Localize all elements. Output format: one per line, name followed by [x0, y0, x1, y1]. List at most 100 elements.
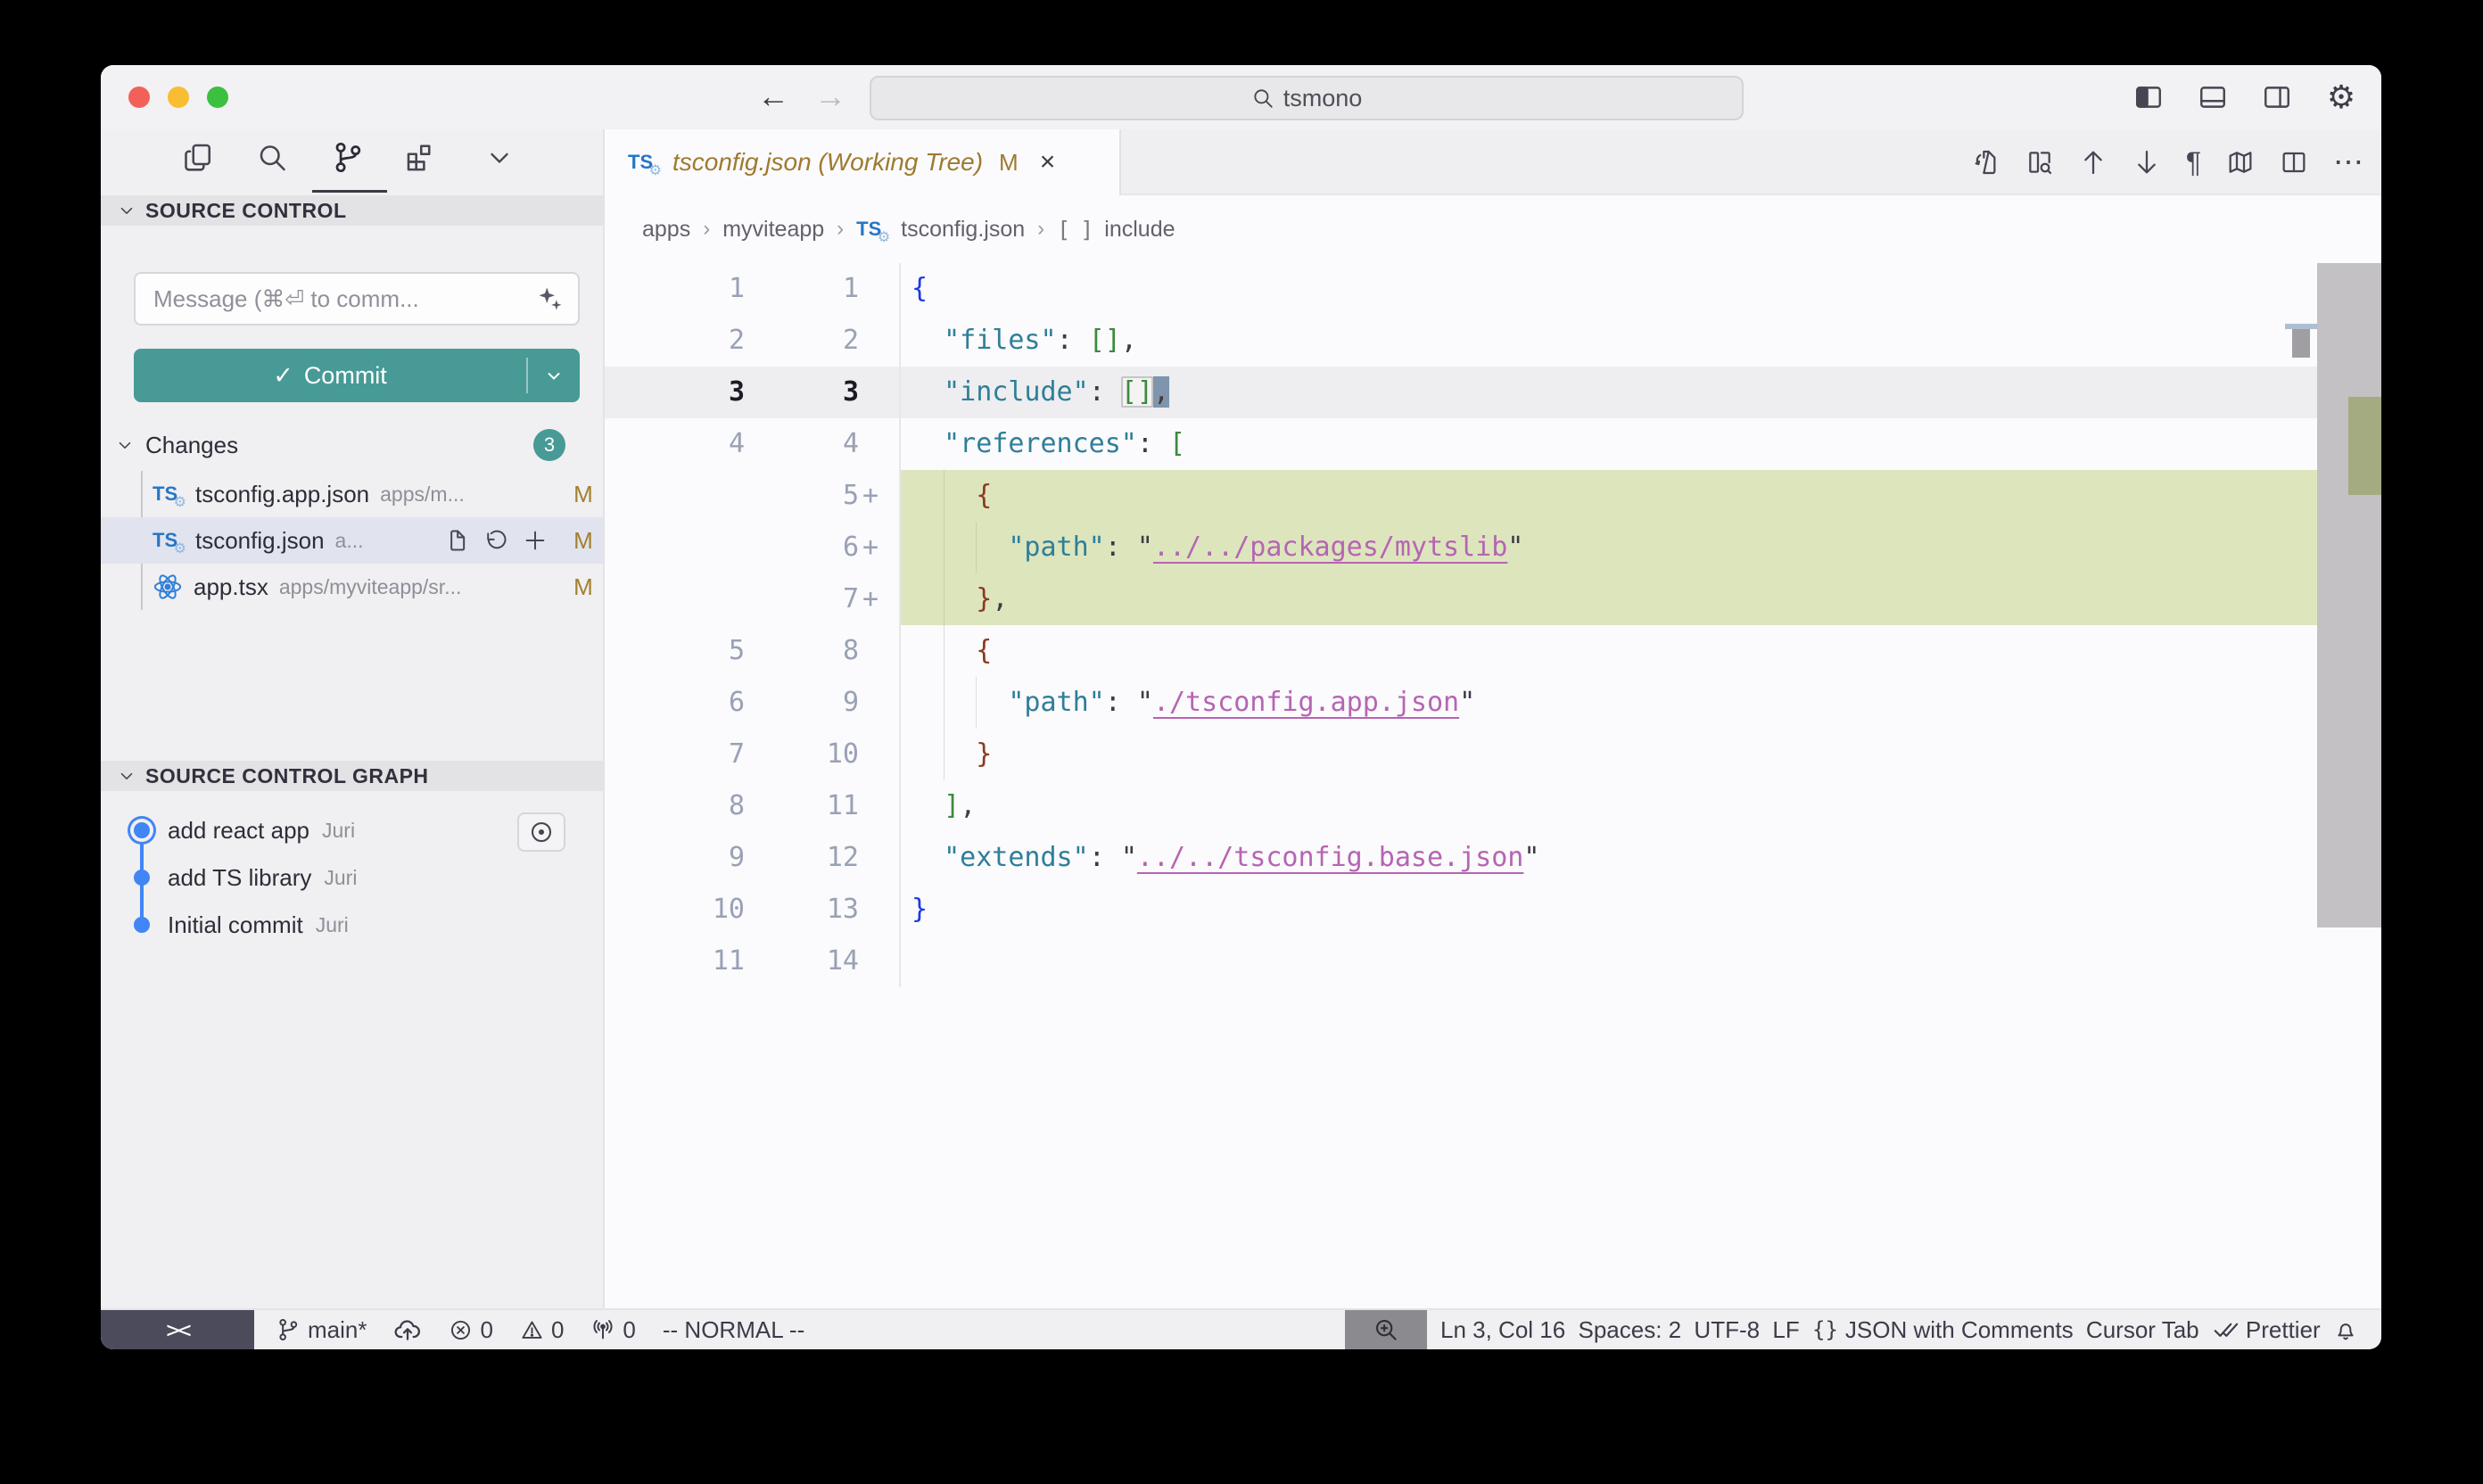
previous-change-icon[interactable] — [2079, 148, 2108, 177]
forward-arrow-icon[interactable]: → — [814, 78, 846, 115]
indentation[interactable]: Spaces: 2 — [1579, 1316, 1682, 1344]
changed-file-row[interactable]: app.tsxapps/myviteapp/sr...M — [101, 564, 603, 610]
commit-button[interactable]: ✓ Commit — [134, 349, 580, 402]
cursor-position[interactable]: Ln 3, Col 16 — [1440, 1316, 1565, 1344]
code-line-content: { — [899, 625, 2317, 677]
open-file-icon[interactable] — [444, 528, 469, 553]
stage-icon[interactable] — [523, 528, 548, 553]
warning-count[interactable]: 0 — [520, 1316, 564, 1344]
minimize-window-button[interactable] — [168, 87, 189, 108]
ports-count[interactable]: 0 — [590, 1316, 635, 1344]
vim-mode[interactable]: -- NORMAL -- — [663, 1316, 804, 1344]
checkout-target-button[interactable] — [517, 812, 565, 852]
zoom-indicator[interactable] — [1345, 1310, 1427, 1349]
language-mode[interactable]: {}JSON with Comments — [1812, 1316, 2074, 1344]
code-line[interactable]: 11{ — [605, 263, 2317, 315]
source-control-graph-header[interactable]: SOURCE CONTROL GRAPH — [101, 761, 603, 791]
settings-gear-icon[interactable]: ⚙ — [2322, 78, 2360, 116]
code-line[interactable]: 5+ { — [605, 470, 2317, 522]
back-arrow-icon[interactable]: ← — [757, 78, 789, 115]
chevron-down-icon — [117, 201, 136, 220]
code-line-content: "path": "./tsconfig.app.json" — [899, 677, 2317, 729]
original-line-number: 3 — [605, 367, 745, 418]
layout-sidebar-right-icon[interactable] — [2258, 78, 2296, 116]
git-branch-indicator[interactable]: main* — [276, 1316, 367, 1344]
commit-row[interactable]: add react appJuri — [101, 807, 603, 854]
discard-icon[interactable] — [483, 528, 508, 553]
layout-sidebar-left-icon[interactable] — [2130, 78, 2167, 116]
breadcrumb-item[interactable]: apps — [642, 217, 690, 243]
zoom-window-button[interactable] — [207, 87, 228, 108]
whitespace-pilcrow-icon[interactable]: ¶ — [2186, 146, 2201, 179]
cursor-tab[interactable]: Cursor Tab — [2086, 1316, 2199, 1344]
ts-file-icon: TS⚙ — [153, 529, 185, 552]
changed-file-row[interactable]: TS⚙tsconfig.jsona...M — [101, 517, 603, 564]
command-center-search[interactable]: tsmono — [870, 76, 1744, 120]
code-line-content: "references": [ — [899, 418, 2317, 470]
commit-dropdown-button[interactable] — [528, 365, 580, 386]
close-window-button[interactable] — [128, 87, 150, 108]
changes-header[interactable]: Changes 3 — [101, 428, 603, 462]
layout-panel-icon[interactable] — [2194, 78, 2231, 116]
source-control-icon[interactable] — [331, 141, 365, 179]
code-editor[interactable]: 11{22 "files": [],33 "include": [],44 "r… — [605, 263, 2317, 1308]
scrollbar-slider[interactable] — [2317, 263, 2381, 928]
file-path: apps/m... — [380, 482, 553, 507]
split-editor-icon[interactable] — [2280, 148, 2308, 177]
explorer-icon[interactable] — [182, 142, 214, 178]
views-chevron-icon[interactable] — [484, 143, 515, 177]
react-icon — [153, 572, 183, 602]
code-line[interactable]: 811 ], — [605, 780, 2317, 832]
status-bar: >< main*000-- NORMAL -- Ln 3, Col 16Spac… — [101, 1308, 2381, 1349]
code-line[interactable]: 22 "files": [], — [605, 315, 2317, 367]
code-line[interactable]: 33 "include": [], — [605, 367, 2317, 418]
braces-icon: {} — [1812, 1317, 1838, 1342]
search-icon[interactable] — [256, 142, 288, 178]
code-line[interactable]: 7+ }, — [605, 573, 2317, 625]
close-tab-icon[interactable]: × — [1040, 147, 1056, 177]
error-count[interactable]: 0 — [449, 1316, 492, 1344]
breadcrumb-item[interactable]: include — [1104, 217, 1175, 243]
code-line[interactable]: 912 "extends": "../../tsconfig.base.json… — [605, 832, 2317, 884]
commit-graph-list: add react appJuriadd TS libraryJuriIniti… — [101, 807, 603, 949]
original-line-number — [605, 573, 745, 625]
changed-file-row[interactable]: TS⚙tsconfig.app.jsonapps/m...M — [101, 471, 603, 517]
graph-section-title: SOURCE CONTROL GRAPH — [145, 764, 429, 788]
notifications[interactable] — [2333, 1317, 2358, 1342]
breadcrumb-item[interactable]: tsconfig.json — [901, 217, 1025, 243]
code-line[interactable]: 44 "references": [ — [605, 418, 2317, 470]
editor-scrollbar[interactable] — [2317, 263, 2381, 1308]
inline-view-icon[interactable] — [2025, 148, 2054, 177]
added-line-plus: + — [859, 522, 899, 573]
eol[interactable]: LF — [1772, 1316, 1799, 1344]
original-line-number: 10 — [605, 884, 745, 936]
code-line[interactable]: 58 { — [605, 625, 2317, 677]
modified-badge: M — [564, 527, 603, 555]
encoding[interactable]: UTF-8 — [1694, 1316, 1760, 1344]
open-changes-icon[interactable] — [1972, 148, 2000, 177]
map-icon[interactable] — [2226, 148, 2255, 177]
code-line[interactable]: 1013} — [605, 884, 2317, 936]
code-line[interactable]: 1114 — [605, 936, 2317, 987]
modified-line-number: 14 — [745, 936, 859, 987]
commit-author: Juri — [324, 866, 357, 890]
code-line[interactable]: 69 "path": "./tsconfig.app.json" — [605, 677, 2317, 729]
code-line[interactable]: 710 } — [605, 729, 2317, 780]
tab-tsconfig-working-tree[interactable]: TS⚙ tsconfig.json (Working Tree) M × — [605, 129, 1121, 195]
breadcrumb-item[interactable]: myviteapp — [722, 217, 824, 243]
file-path: a... — [335, 529, 433, 553]
next-change-icon[interactable] — [2132, 148, 2161, 177]
code-line[interactable]: 6+ "path": "../../packages/mytslib" — [605, 522, 2317, 573]
commit-message-input[interactable]: Message (⌘⏎ to comm... — [134, 272, 580, 326]
sparkle-icon[interactable] — [537, 285, 564, 312]
source-control-section-header[interactable]: SOURCE CONTROL — [101, 195, 603, 226]
extensions-icon[interactable] — [403, 142, 435, 178]
sync-changes[interactable] — [393, 1315, 422, 1344]
remote-indicator[interactable]: >< — [101, 1310, 254, 1349]
commit-row[interactable]: add TS libraryJuri — [101, 854, 603, 902]
commit-row[interactable]: Initial commitJuri — [101, 902, 603, 949]
original-line-number: 11 — [605, 936, 745, 987]
sidebar: SOURCE CONTROL Message (⌘⏎ to comm... ✓ … — [101, 129, 605, 1308]
formatter[interactable]: Prettier — [2212, 1316, 2321, 1344]
more-actions-icon[interactable]: ⋯ — [2333, 144, 2365, 180]
